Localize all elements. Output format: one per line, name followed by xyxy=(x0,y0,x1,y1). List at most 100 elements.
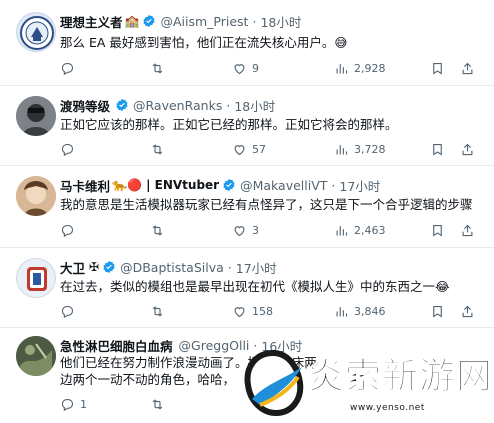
share-button[interactable] xyxy=(460,142,475,157)
views-chart-icon xyxy=(336,306,348,316)
retweet-icon xyxy=(152,62,163,74)
reply-button[interactable] xyxy=(60,142,80,157)
like-button[interactable]: 57 xyxy=(232,142,266,157)
avatar[interactable] xyxy=(16,258,56,298)
like-count: 57 xyxy=(252,142,266,156)
tweet-text: 正如它应该的那样。正如它已经的那样。正如它将会的那样。 xyxy=(60,117,398,132)
retweet-button[interactable] xyxy=(150,142,170,157)
tweet-text: 我的意思是生活模拟器玩家已经有点怪异了，这只是下一个合乎逻辑的步骤 xyxy=(60,197,473,212)
avatar[interactable] xyxy=(16,12,56,52)
name-emoji: 🏫 xyxy=(124,14,140,28)
retweet-icon xyxy=(152,398,163,410)
action-bar: 3 2,463 xyxy=(60,221,478,239)
timestamp[interactable]: 17小时 xyxy=(339,176,380,195)
action-bar: 57 3,728 xyxy=(60,140,478,158)
heart-icon xyxy=(234,144,245,155)
share-icon xyxy=(462,143,473,155)
reply-button[interactable] xyxy=(60,223,80,238)
view-count: 2,463 xyxy=(354,223,386,237)
tweet-text: 那么 EA 最好感到害怕，他们正在流失核心用户。😅 xyxy=(60,35,348,50)
like-count: 158 xyxy=(252,304,273,318)
watermark-logo-icon xyxy=(244,349,304,417)
heart-icon xyxy=(234,225,245,236)
bookmark-button[interactable] xyxy=(430,304,445,319)
tweet[interactable]: 理想主义者 🏫 @Aiism_Priest · 18小时 那么 EA 最好感到害… xyxy=(0,0,494,86)
user-handle[interactable]: @MakavelliVT xyxy=(240,178,327,193)
bookmark-button[interactable] xyxy=(430,142,445,157)
watermark-url: www.yenso.net xyxy=(350,403,425,413)
reply-button[interactable] xyxy=(60,61,80,76)
reply-icon xyxy=(61,143,74,156)
separator-dot: · xyxy=(226,97,231,113)
like-count: 9 xyxy=(252,61,259,75)
view-count: 3,846 xyxy=(354,304,386,318)
site-watermark: 炎索新游网 www.yenso.net xyxy=(240,345,494,423)
views-chart-icon xyxy=(336,63,348,73)
display-name[interactable]: 理想主义者 xyxy=(60,12,123,31)
retweet-icon xyxy=(152,143,163,155)
user-handle[interactable]: @Aiism_Priest xyxy=(160,14,248,29)
avatar[interactable] xyxy=(16,336,56,376)
avatar[interactable] xyxy=(16,176,56,216)
avatar[interactable] xyxy=(16,96,56,136)
views-button[interactable]: 2,928 xyxy=(334,61,386,76)
watermark-brand: 炎索新游网 xyxy=(307,356,494,398)
user-handle[interactable]: @GreggOlli xyxy=(179,338,250,353)
reply-icon xyxy=(61,224,74,237)
like-button[interactable]: 3 xyxy=(232,223,259,238)
retweet-button[interactable] xyxy=(150,397,170,412)
views-chart-icon xyxy=(336,144,348,154)
display-name[interactable]: 急性淋巴细胞白血病 xyxy=(60,336,173,355)
display-name[interactable]: 大卫 xyxy=(60,258,85,277)
action-bar: 9 2,928 xyxy=(60,59,478,77)
bookmark-button[interactable] xyxy=(430,223,445,238)
share-icon xyxy=(462,305,473,317)
views-button[interactable]: 3,728 xyxy=(334,142,386,157)
name-emoji: 🐆🔴 | ENVtuber xyxy=(112,178,220,192)
share-button[interactable] xyxy=(460,304,475,319)
retweet-icon xyxy=(152,224,163,236)
verified-badge-icon xyxy=(223,178,235,192)
display-name[interactable]: 马卡维利 xyxy=(60,176,110,195)
timestamp[interactable]: 18小时 xyxy=(260,12,301,31)
separator-dot: · xyxy=(331,177,336,193)
retweet-button[interactable] xyxy=(150,304,170,319)
view-count: 2,928 xyxy=(354,61,386,75)
views-chart-icon xyxy=(336,225,348,235)
share-icon xyxy=(462,62,473,74)
tweet[interactable]: 渡鸦等级 @RavenRanks · 18小时 正如它应该的那样。正如它已经的那… xyxy=(0,86,494,166)
tweet[interactable]: 马卡维利 🐆🔴 | ENVtuber @MakavelliVT · 17小时 我… xyxy=(0,166,494,248)
tweet[interactable]: 大卫 ✠ @DBaptistaSilva · 17小时 在过去，类似的模组也是最… xyxy=(0,248,494,328)
action-bar: 158 3,846 xyxy=(60,302,478,320)
views-button[interactable]: 3,846 xyxy=(334,304,386,319)
like-count: 3 xyxy=(252,223,259,237)
verified-badge-icon xyxy=(103,260,115,274)
share-icon xyxy=(462,224,473,236)
retweet-button[interactable] xyxy=(150,223,170,238)
bookmark-button[interactable] xyxy=(430,61,445,76)
verified-badge-icon xyxy=(143,14,156,28)
user-handle[interactable]: @DBaptistaSilva xyxy=(120,260,224,275)
share-button[interactable] xyxy=(460,223,475,238)
bookmark-icon xyxy=(433,62,442,75)
reply-button[interactable] xyxy=(60,304,80,319)
retweet-button[interactable] xyxy=(150,61,170,76)
timestamp[interactable]: 18小时 xyxy=(234,96,275,115)
heart-icon xyxy=(234,306,245,317)
tweet-text: 在过去，类似的模组也是最早出现在初代《模拟人生》中的东西之一😂 xyxy=(60,279,450,294)
timestamp[interactable]: 17小时 xyxy=(236,258,277,277)
bookmark-icon xyxy=(433,143,442,156)
like-button[interactable]: 9 xyxy=(232,61,259,76)
verified-badge-icon xyxy=(116,98,128,112)
reply-icon xyxy=(61,398,74,411)
user-handle[interactable]: @RavenRanks xyxy=(133,98,222,113)
like-button[interactable]: 158 xyxy=(232,304,273,319)
reply-button[interactable]: 1 xyxy=(60,397,87,412)
retweet-icon xyxy=(152,305,163,317)
reply-icon xyxy=(61,62,74,75)
name-emoji: ✠ xyxy=(89,260,100,274)
share-button[interactable] xyxy=(460,61,475,76)
views-button[interactable]: 2,463 xyxy=(334,223,386,238)
display-name[interactable]: 渡鸦等级 xyxy=(60,96,110,115)
separator-dot: · xyxy=(227,259,232,275)
